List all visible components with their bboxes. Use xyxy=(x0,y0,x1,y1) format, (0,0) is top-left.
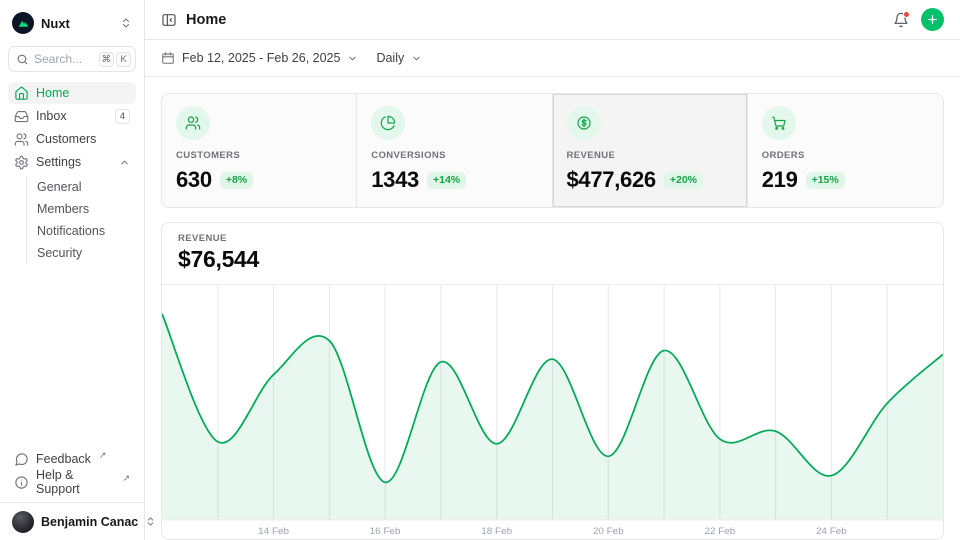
date-range-value: Feb 12, 2025 - Feb 26, 2025 xyxy=(182,51,340,65)
sidebar-item-label: Feedback xyxy=(36,452,91,466)
stat-conversions[interactable]: CONVERSIONS 1343 +14% xyxy=(357,94,552,207)
sidebar-nav: Home Inbox 4 Customers Settings xyxy=(8,82,136,264)
granularity-select[interactable]: Daily xyxy=(376,51,422,65)
sidebar-item-feedback[interactable]: Feedback ↗ xyxy=(8,448,136,470)
revenue-area-chart[interactable]: 14 Feb 16 Feb 18 Feb 20 Feb 22 Feb 24 Feb xyxy=(162,285,943,539)
panel-left-close-icon xyxy=(161,12,177,28)
search-shortcut: ⌘ K xyxy=(99,52,132,67)
external-link-icon: ↗ xyxy=(99,450,107,461)
shopping-cart-icon xyxy=(762,106,796,140)
chart-header: REVENUE $76,544 xyxy=(162,223,943,285)
search-icon xyxy=(16,53,29,66)
workspace-name: Nuxt xyxy=(41,16,70,31)
svg-text:20 Feb: 20 Feb xyxy=(593,526,624,537)
sidebar-item-members[interactable]: Members xyxy=(27,198,136,220)
workspace-switcher[interactable]: Nuxt xyxy=(8,10,136,36)
sidebar: Nuxt Search... ⌘ K Home xyxy=(0,0,145,540)
topbar: Home xyxy=(145,0,960,40)
search-placeholder: Search... xyxy=(34,52,82,66)
sidebar-item-label: Customers xyxy=(36,132,96,146)
gear-icon xyxy=(14,155,29,170)
svg-text:22 Feb: 22 Feb xyxy=(704,526,735,537)
date-range-picker[interactable]: Feb 12, 2025 - Feb 26, 2025 xyxy=(161,51,358,65)
topbar-actions xyxy=(893,8,944,31)
chevron-up-icon xyxy=(119,157,130,168)
filters-bar: Feb 12, 2025 - Feb 26, 2025 Daily xyxy=(145,40,960,77)
stat-delta-badge: +14% xyxy=(427,172,466,189)
chart-label: REVENUE xyxy=(178,233,927,244)
stat-orders[interactable]: ORDERS 219 +15% xyxy=(748,94,943,207)
sidebar-item-general[interactable]: General xyxy=(27,176,136,198)
stat-value: 1343 xyxy=(371,167,419,193)
main-panel: Home Feb 12, 2025 - Feb 26, 2025 xyxy=(145,0,960,540)
user-name: Benjamin Canac xyxy=(41,515,138,529)
stats-row: CUSTOMERS 630 +8% CONVERSIONS 1343 +14% xyxy=(161,93,944,208)
svg-text:16 Feb: 16 Feb xyxy=(370,526,401,537)
message-bubble-icon xyxy=(14,452,29,467)
users-icon xyxy=(14,132,29,147)
stat-label: REVENUE xyxy=(567,150,733,161)
svg-text:14 Feb: 14 Feb xyxy=(258,526,289,537)
page-title: Home xyxy=(186,12,226,28)
sidebar-item-label: Settings xyxy=(36,155,81,169)
calendar-icon xyxy=(161,51,175,65)
avatar xyxy=(12,511,34,533)
stat-value: 630 xyxy=(176,167,212,193)
sidebar-item-inbox[interactable]: Inbox 4 xyxy=(8,105,136,127)
svg-text:18 Feb: 18 Feb xyxy=(481,526,512,537)
sidebar-item-label: Help & Support xyxy=(36,468,114,496)
user-menu[interactable]: Benjamin Canac xyxy=(8,503,136,540)
dollar-circle-icon xyxy=(567,106,601,140)
nuxt-logo-icon xyxy=(12,12,34,34)
app-root: Nuxt Search... ⌘ K Home xyxy=(0,0,960,540)
content: CUSTOMERS 630 +8% CONVERSIONS 1343 +14% xyxy=(145,77,960,540)
info-circle-icon xyxy=(14,475,29,490)
granularity-value: Daily xyxy=(376,51,404,65)
notification-dot xyxy=(903,11,910,18)
stat-delta-badge: +8% xyxy=(220,172,253,189)
revenue-chart-svg[interactable]: 14 Feb 16 Feb 18 Feb 20 Feb 22 Feb 24 Feb xyxy=(162,285,943,539)
svg-text:24 Feb: 24 Feb xyxy=(816,526,847,537)
chevrons-up-down-icon xyxy=(120,17,132,29)
add-button[interactable] xyxy=(921,8,944,31)
search-input[interactable]: Search... ⌘ K xyxy=(8,46,136,72)
stat-revenue[interactable]: REVENUE $477,626 +20% xyxy=(553,94,748,207)
plus-icon xyxy=(926,13,939,26)
settings-subnav: General Members Notifications Security xyxy=(26,176,136,264)
stat-customers[interactable]: CUSTOMERS 630 +8% xyxy=(162,94,357,207)
sidebar-item-customers[interactable]: Customers xyxy=(8,128,136,150)
inbox-count-badge: 4 xyxy=(115,109,130,124)
stat-label: ORDERS xyxy=(762,150,929,161)
sidebar-item-label: Inbox xyxy=(36,109,67,123)
sidebar-collapse-button[interactable] xyxy=(161,12,177,28)
inbox-icon xyxy=(14,109,29,124)
external-link-icon: ↗ xyxy=(122,473,130,484)
home-icon xyxy=(14,86,29,101)
chart-value: $76,544 xyxy=(178,246,927,273)
sidebar-item-security[interactable]: Security xyxy=(27,242,136,264)
sidebar-item-notifications[interactable]: Notifications xyxy=(27,220,136,242)
stat-value: $477,626 xyxy=(567,167,656,193)
sidebar-spacer xyxy=(8,264,136,448)
stat-label: CUSTOMERS xyxy=(176,150,342,161)
sidebar-item-settings[interactable]: Settings xyxy=(8,151,136,173)
stat-value: 219 xyxy=(762,167,798,193)
sidebar-item-label: Home xyxy=(36,86,69,100)
stat-delta-badge: +20% xyxy=(664,172,703,189)
stat-delta-badge: +15% xyxy=(806,172,845,189)
sidebar-item-home[interactable]: Home xyxy=(8,82,136,104)
chart-pie-icon xyxy=(371,106,405,140)
chevron-down-icon xyxy=(347,53,358,64)
sidebar-item-help-support[interactable]: Help & Support ↗ xyxy=(8,471,136,493)
kbd-cmd: ⌘ xyxy=(99,52,115,67)
users-icon xyxy=(176,106,210,140)
notifications-button[interactable] xyxy=(893,12,909,28)
chevron-down-icon xyxy=(411,53,422,64)
kbd-k: K xyxy=(116,52,131,67)
revenue-chart-card: REVENUE $76,544 14 Feb 16 Feb 18 Feb 20 Feb… xyxy=(161,222,944,540)
stat-label: CONVERSIONS xyxy=(371,150,537,161)
